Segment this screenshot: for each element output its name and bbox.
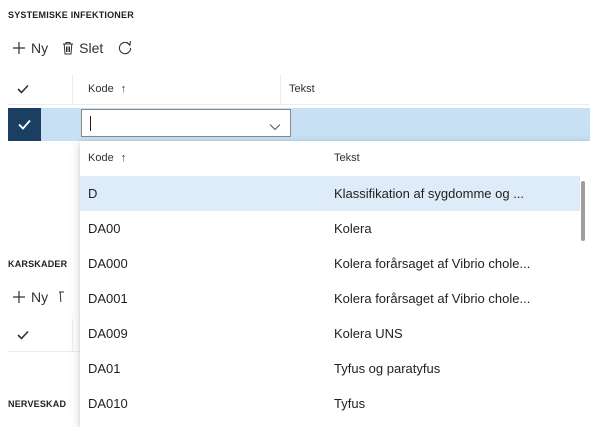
section-title-nerveskad: NERVESKAD bbox=[8, 399, 67, 409]
option-code: DA01 bbox=[88, 361, 121, 376]
column-header-code-label: Kode bbox=[88, 83, 114, 95]
dropdown-header: Kode ↑ Tekst bbox=[80, 141, 590, 175]
grid-header: Kode ↑ Tekst bbox=[8, 74, 590, 105]
column-header-text[interactable]: Tekst bbox=[289, 83, 315, 95]
checkmark-icon bbox=[17, 330, 29, 340]
new-button-karskader[interactable]: Ny bbox=[12, 289, 48, 305]
dropdown-option[interactable]: D Klassifikation af sygdomme og ... bbox=[80, 176, 580, 211]
new-button[interactable]: Ny bbox=[12, 40, 48, 56]
option-text: Kolera bbox=[334, 221, 372, 236]
option-code: DA010 bbox=[88, 396, 128, 411]
editing-row[interactable] bbox=[8, 108, 590, 141]
column-header-code[interactable]: Kode ↑ bbox=[88, 83, 126, 95]
text-caret bbox=[90, 116, 91, 131]
delete-button-label: Slet bbox=[79, 40, 104, 56]
dropdown-option[interactable]: DA001 Kolera forårsaget af Vibrio chole.… bbox=[80, 281, 580, 316]
chevron-down-icon[interactable] bbox=[269, 118, 281, 136]
option-text: Klassifikation af sygdomme og ... bbox=[334, 186, 525, 201]
option-code: DA009 bbox=[88, 326, 128, 341]
code-combobox[interactable] bbox=[81, 109, 291, 137]
option-text: Kolera forårsaget af Vibrio chole... bbox=[334, 291, 531, 306]
section-title-systemiske: SYSTEMISKE INFEKTIONER bbox=[8, 10, 134, 20]
option-text: Tyfus og paratyfus bbox=[334, 361, 441, 376]
command-bar-karskader: Ny bbox=[12, 286, 65, 308]
option-code: DA000 bbox=[88, 256, 128, 271]
select-all-checkbox-karskader[interactable] bbox=[8, 319, 38, 351]
dropdown-option[interactable]: DA01 Tyfus og paratyfus bbox=[80, 351, 580, 386]
dropdown-option[interactable]: DA00 Kolera bbox=[80, 211, 580, 246]
checkmark-icon bbox=[17, 84, 29, 94]
sort-arrow-icon: ↑ bbox=[120, 152, 127, 164]
dropdown-option[interactable]: DA000 Kolera forårsaget af Vibrio chole.… bbox=[80, 246, 580, 281]
option-code: DA001 bbox=[88, 291, 128, 306]
section-title-karskader: KARSKADER bbox=[8, 259, 68, 269]
dropdown-option[interactable]: DA010 Tyfus bbox=[80, 386, 580, 421]
code-dropdown-list[interactable]: Kode ↑ Tekst D Klassifikation af sygdomm… bbox=[80, 141, 590, 427]
sort-arrow-icon: ↑ bbox=[120, 83, 127, 95]
dropdown-option[interactable]: DA009 Kolera UNS bbox=[80, 316, 580, 351]
option-text: Tyfus bbox=[334, 396, 366, 411]
select-all-checkbox[interactable] bbox=[8, 74, 38, 104]
delete-button[interactable]: Slet bbox=[62, 40, 103, 56]
dropdown-column-text[interactable]: Tekst bbox=[334, 152, 360, 164]
dropdown-column-code-label: Kode bbox=[88, 152, 114, 164]
new-button-label: Ny bbox=[31, 40, 49, 56]
grid-header-karskader bbox=[8, 319, 80, 352]
trash-icon[interactable] bbox=[58, 289, 65, 306]
plus-icon bbox=[12, 41, 26, 55]
option-code: DA00 bbox=[88, 221, 121, 236]
row-checkbox[interactable] bbox=[8, 108, 41, 141]
option-code: D bbox=[88, 186, 98, 201]
plus-icon bbox=[12, 290, 26, 304]
refresh-button[interactable] bbox=[117, 40, 133, 56]
option-text: Kolera forårsaget af Vibrio chole... bbox=[334, 256, 531, 271]
trash-icon bbox=[62, 41, 74, 55]
checkmark-icon bbox=[18, 119, 31, 130]
new-button-label: Ny bbox=[31, 289, 49, 305]
dropdown-column-code[interactable]: Kode ↑ bbox=[88, 152, 126, 164]
option-text: Kolera UNS bbox=[334, 326, 403, 341]
dropdown-scrollbar-thumb[interactable] bbox=[581, 181, 585, 241]
command-bar: Ny Slet bbox=[12, 37, 147, 59]
refresh-icon bbox=[117, 40, 133, 56]
